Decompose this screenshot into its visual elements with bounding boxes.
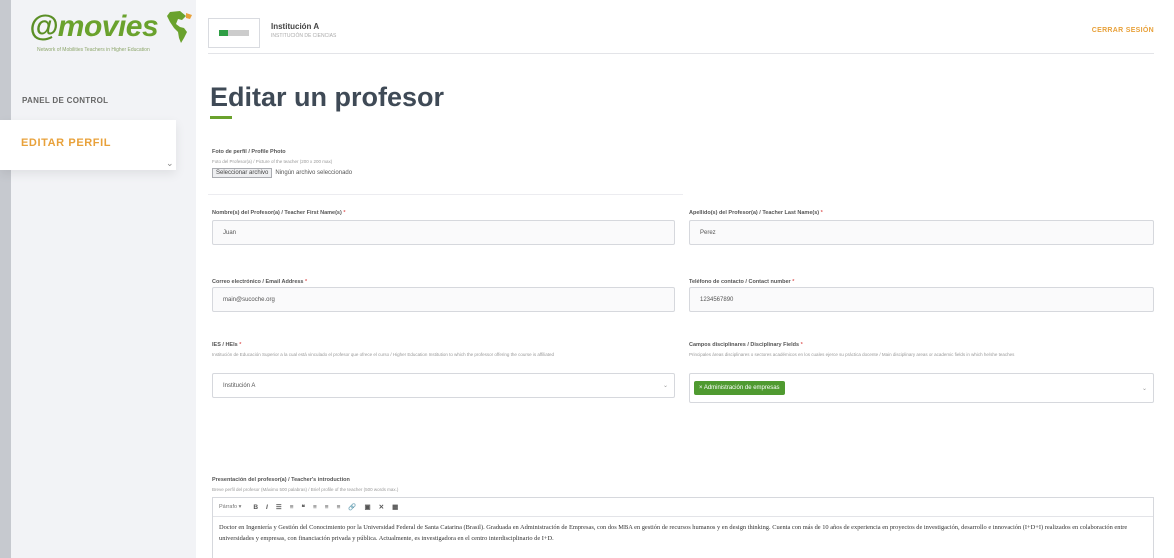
first-name-field[interactable]: Juan: [212, 220, 675, 245]
align-left-icon[interactable]: ≡: [313, 504, 317, 511]
title-underline: [210, 116, 232, 119]
logo-tagline: Network of Mobilities Teachers in Higher…: [37, 47, 150, 53]
logo-wordmark: @movies: [29, 10, 159, 43]
photo-file-input: Seleccionar archivo Ningún archivo selec…: [212, 168, 352, 178]
app-logo[interactable]: @movies Network of Mobilities Teachers i…: [29, 10, 194, 53]
email-label: Correo electrónico / Email Address *: [212, 279, 308, 285]
last-name-field[interactable]: Perez: [689, 220, 1154, 245]
email-field[interactable]: main@sucoche.org: [212, 287, 675, 312]
disciplinary-fields-hint: Principales áreas disciplinares o sector…: [689, 352, 1015, 357]
blockquote-icon[interactable]: ❝: [301, 503, 305, 511]
italic-icon[interactable]: I: [266, 504, 268, 511]
intro-label: Presentación del profesor(a) / Teacher's…: [212, 477, 350, 483]
remove-format-icon[interactable]: ✕: [379, 503, 384, 511]
hei-label: IES / HEIs *: [212, 342, 242, 348]
bulleted-list-icon[interactable]: ☰: [276, 503, 282, 511]
photo-hint: Foto del Profesor(a) / Picture of the te…: [212, 159, 333, 164]
editor-toolbar: Párrafo ▾ B I ☰ ≡ ❝ ≡ ≡ ≡ 🔗 ▣ ✕ ▦: [213, 498, 1153, 517]
hei-selected-value: Institución A: [223, 382, 256, 389]
last-name-label: Apellido(s) del Profesor(a) / Teacher La…: [689, 210, 823, 216]
institution-name: Institución A: [271, 22, 320, 31]
disciplinary-fields-label: Campos disciplinares / Disciplinary Fiel…: [689, 342, 803, 348]
first-name-label: Nombre(s) del Profesor(a) / Teacher Firs…: [212, 210, 346, 216]
numbered-list-icon[interactable]: ≡: [290, 504, 294, 511]
caret-down-icon: ⌄: [662, 383, 668, 389]
hei-hint: Institución de Educación Superior a la c…: [212, 352, 555, 357]
phone-field[interactable]: 1234567890: [689, 287, 1154, 312]
choose-file-button[interactable]: Seleccionar archivo: [212, 168, 273, 178]
sidebar: @movies Network of Mobilities Teachers i…: [11, 0, 196, 558]
photo-label: Foto de perfil / Profile Photo: [212, 149, 286, 155]
page-title: Editar un profesor: [210, 82, 445, 112]
hei-select[interactable]: Institución A ⌄: [212, 373, 675, 398]
window-frame-edge: [0, 0, 11, 558]
chevron-down-icon[interactable]: ⌄: [166, 158, 174, 169]
intro-text[interactable]: Doctor en Ingeniería y Gestión del Conoc…: [213, 517, 1153, 549]
table-icon[interactable]: ▦: [392, 503, 398, 511]
institution-subtitle: INSTITUCIÓN DE CIENCIAS: [271, 33, 337, 39]
institution-logo: [208, 18, 260, 48]
align-center-icon[interactable]: ≡: [325, 504, 329, 511]
bold-icon[interactable]: B: [253, 504, 258, 511]
americas-map-icon: [167, 11, 193, 43]
paragraph-format-select[interactable]: Párrafo ▾: [219, 504, 241, 510]
phone-label: Teléfono de contacto / Contact number *: [689, 279, 795, 285]
sidebar-item-dashboard[interactable]: PANEL DE CONTROL: [22, 96, 108, 105]
caret-down-icon: ⌄: [1141, 386, 1147, 392]
section-divider: [208, 194, 683, 195]
link-icon[interactable]: 🔗: [348, 503, 356, 511]
rich-text-editor[interactable]: Párrafo ▾ B I ☰ ≡ ❝ ≡ ≡ ≡ 🔗 ▣ ✕ ▦ Doctor…: [212, 497, 1154, 558]
top-header: Institución A INSTITUCIÓN DE CIENCIAS CE…: [208, 14, 1154, 54]
disciplinary-fields-select[interactable]: × Administración de empresas ⌄: [689, 373, 1154, 403]
image-icon[interactable]: ▣: [364, 503, 370, 511]
intro-hint: Breve perfil del profesor (Máximo 500 pa…: [212, 487, 399, 492]
align-right-icon[interactable]: ≡: [337, 504, 341, 511]
logout-link[interactable]: CERRAR SESIÓN: [1092, 27, 1154, 34]
main-content: Institución A INSTITUCIÓN DE CIENCIAS CE…: [196, 0, 1174, 558]
field-tag-business-admin[interactable]: × Administración de empresas: [694, 381, 785, 395]
sidebar-item-edit-profile-label: EDITAR PERFIL: [21, 137, 112, 149]
file-status: Ningún archivo seleccionado: [275, 170, 353, 176]
